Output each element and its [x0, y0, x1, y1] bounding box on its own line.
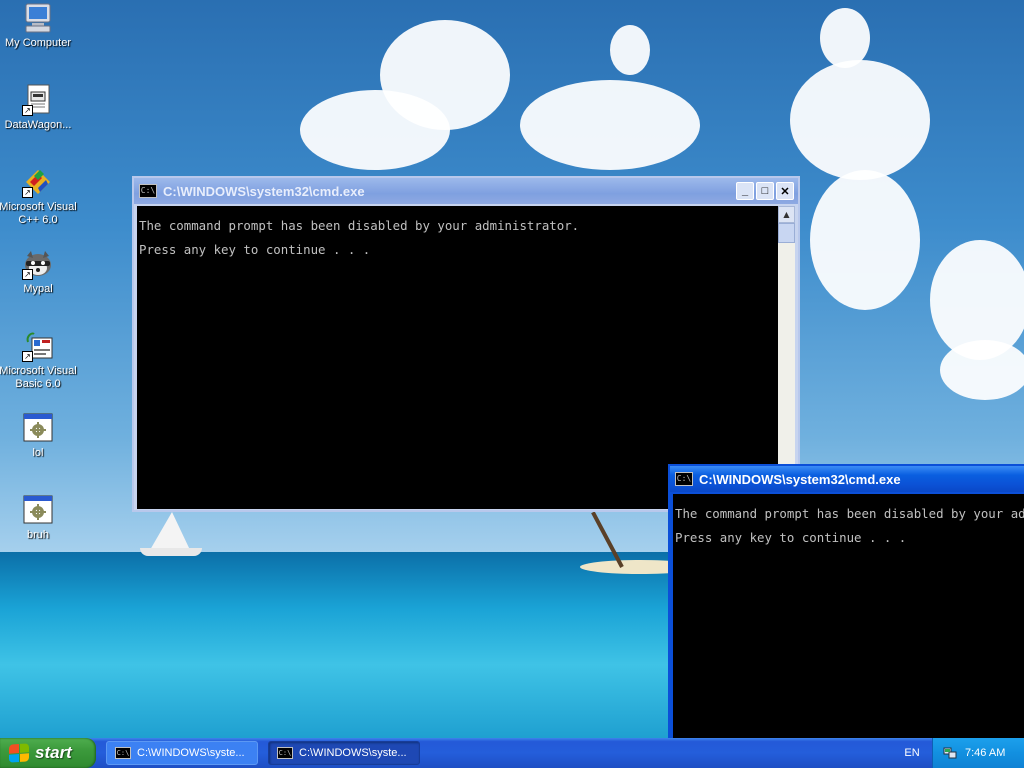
mypal-raccoon-icon: ↗	[22, 248, 54, 280]
desktop-icon-my-computer[interactable]: My Computer	[0, 2, 78, 50]
clock[interactable]: 7:46 AM	[965, 747, 1005, 759]
window-titlebar[interactable]: C:\ C:\WINDOWS\system32\cmd.exe	[670, 466, 1024, 492]
console-line: Press any key to continue . . .	[139, 242, 371, 257]
desktop-icon-mypal[interactable]: ↗ Mypal	[0, 248, 78, 296]
windows-logo-icon	[9, 743, 29, 763]
language-indicator[interactable]: EN	[898, 738, 926, 768]
system-tray: 7:46 AM	[932, 738, 1024, 768]
desktop-icon-label: My Computer	[4, 37, 72, 49]
batch-file-icon	[22, 412, 54, 444]
start-label: start	[35, 743, 72, 762]
start-button[interactable]: start	[0, 738, 96, 768]
console-line: The command prompt has been disabled by …	[139, 218, 580, 233]
minimize-button[interactable]: _	[736, 182, 754, 200]
desktop-icon-bruh[interactable]: bruh	[0, 494, 78, 542]
console-output[interactable]: The command prompt has been disabled by …	[673, 494, 1024, 754]
cmd-window-active[interactable]: C:\ C:\WINDOWS\system32\cmd.exe The comm…	[668, 464, 1024, 754]
wallpaper-cloud	[790, 60, 930, 180]
wallpaper-sailboat-sail	[150, 512, 190, 550]
window-titlebar[interactable]: C:\ C:\WINDOWS\system32\cmd.exe _ □ ✕	[134, 178, 798, 204]
taskbar-button-cmd-active[interactable]: C:\ C:\WINDOWS\syste...	[268, 741, 420, 765]
wallpaper-cloud	[610, 25, 650, 75]
desktop-icon-label: Microsoft Visual Basic 6.0	[0, 365, 77, 390]
network-tray-icon[interactable]	[943, 746, 957, 760]
desktop-icon-label: Mypal	[23, 283, 53, 295]
desktop-icon-datawagon[interactable]: ↗ DataWagon...	[0, 84, 78, 132]
desktop-icon-label: Microsoft Visual C++ 6.0	[0, 201, 77, 226]
console-line: Press any key to continue . . .	[675, 530, 907, 545]
scroll-up-arrow-icon[interactable]: ▲	[778, 206, 795, 223]
scrollbar-thumb[interactable]	[778, 223, 795, 243]
cmd-icon: C:\	[115, 747, 131, 759]
desktop-icon-visual-cpp[interactable]: ↗ Microsoft Visual C++ 6.0	[0, 166, 78, 227]
wallpaper-cloud	[810, 170, 920, 310]
wallpaper-cloud	[940, 340, 1024, 400]
wallpaper-cloud	[300, 90, 450, 170]
document-shortcut-icon: ↗	[22, 84, 54, 116]
shortcut-arrow-icon: ↗	[22, 105, 33, 116]
wallpaper-cloud	[820, 8, 870, 68]
console-line: The command prompt has been disabled by …	[675, 506, 1024, 521]
shortcut-arrow-icon: ↗	[22, 187, 33, 198]
desktop-icon-lol[interactable]: lol	[0, 412, 78, 460]
desktop-icon-label: lol	[32, 447, 44, 459]
wallpaper-cloud	[520, 80, 700, 170]
taskbar: start C:\ C:\WINDOWS\syste... C:\ C:\WIN…	[0, 738, 1024, 768]
taskbar-button-label: C:\WINDOWS\syste...	[299, 747, 407, 759]
desktop-icon-visual-basic[interactable]: ↗ Microsoft Visual Basic 6.0	[0, 330, 78, 391]
visual-basic-icon: ↗	[22, 330, 54, 362]
cmd-icon: C:\	[675, 472, 693, 486]
taskbar-button-cmd[interactable]: C:\ C:\WINDOWS\syste...	[106, 741, 258, 765]
cmd-window-inactive[interactable]: C:\ C:\WINDOWS\system32\cmd.exe _ □ ✕ Th…	[132, 176, 800, 512]
maximize-button[interactable]: □	[756, 182, 774, 200]
computer-icon	[22, 2, 54, 34]
window-title: C:\WINDOWS\system32\cmd.exe	[163, 183, 365, 199]
close-button[interactable]: ✕	[776, 182, 794, 200]
visual-cpp-icon: ↗	[22, 166, 54, 198]
shortcut-arrow-icon: ↗	[22, 269, 33, 280]
desktop-icon-label: DataWagon...	[4, 119, 72, 131]
taskbar-button-label: C:\WINDOWS\syste...	[137, 747, 245, 759]
desktop-icon-label: bruh	[26, 529, 50, 541]
wallpaper-sailboat-hull	[140, 548, 202, 556]
window-title: C:\WINDOWS\system32\cmd.exe	[699, 471, 901, 487]
batch-file-icon	[22, 494, 54, 526]
cmd-icon: C:\	[139, 184, 157, 198]
shortcut-arrow-icon: ↗	[22, 351, 33, 362]
cmd-icon: C:\	[277, 747, 293, 759]
